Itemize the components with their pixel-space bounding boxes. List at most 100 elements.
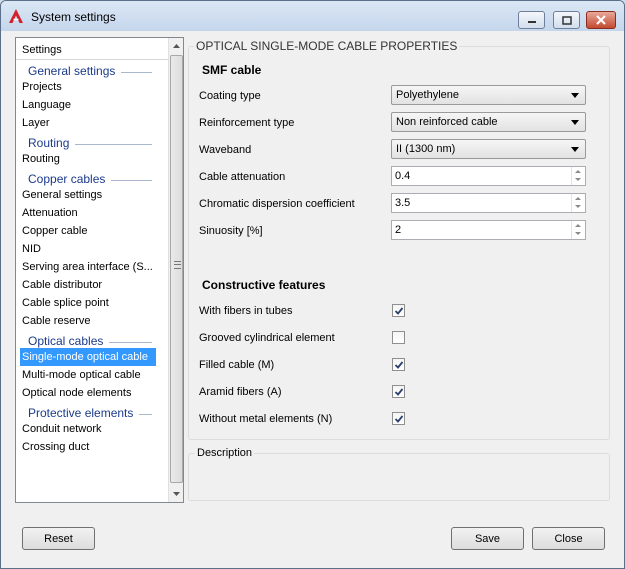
sidebar-group-heading: General settings	[16, 60, 168, 78]
sidebar-item[interactable]: Copper cable	[16, 222, 168, 240]
waveband-value: II (1300 nm)	[396, 143, 456, 155]
sinuosity-value: 2	[395, 224, 402, 236]
spin-down-icon	[575, 178, 581, 181]
group-divider	[111, 180, 152, 181]
scroll-up-button[interactable]	[169, 38, 184, 54]
dialog-client: Settings General settings Projects Languag…	[8, 32, 617, 562]
sidebar-group-label: Routing	[28, 136, 70, 150]
coating-type-select[interactable]: Polyethylene	[391, 85, 586, 105]
sinuosity-input[interactable]: 2	[391, 220, 586, 240]
sidebar-group-heading: Protective elements	[16, 402, 168, 420]
sidebar-group-label: Protective elements	[28, 406, 134, 420]
sidebar-item[interactable]: Routing	[16, 150, 168, 168]
dispersion-coefficient-value: 3.5	[395, 197, 411, 209]
feature-label: Filled cable (M)	[199, 359, 275, 371]
window-close-button[interactable]	[586, 11, 616, 29]
sidebar-item[interactable]: Crossing duct	[16, 438, 168, 456]
sidebar-group-heading: Routing	[16, 132, 168, 150]
feature-label: Without metal elements (N)	[199, 413, 333, 425]
group-divider	[121, 72, 152, 73]
checkmark-icon	[394, 415, 404, 423]
sidebar-item[interactable]: Layer	[16, 114, 168, 132]
sidebar-item[interactable]: Multi-mode optical cable	[16, 366, 168, 384]
waveband-select[interactable]: II (1300 nm)	[391, 139, 586, 159]
settings-tree-list: General settings Projects Language Layer Rou…	[16, 60, 168, 456]
coating-type-label: Coating type	[199, 90, 261, 102]
properties-group	[188, 46, 610, 440]
title-bar[interactable]: System settings	[1, 1, 624, 31]
properties-group-title: OPTICAL SINGLE-MODE CABLE PROPERTIES	[194, 39, 460, 53]
settings-tree: Settings General settings Projects Languag…	[15, 37, 184, 503]
sidebar-item[interactable]: Cable distributor	[16, 276, 168, 294]
chevron-up-icon	[173, 44, 180, 48]
grip-icon	[174, 261, 181, 269]
sidebar-item[interactable]: Cable reserve	[16, 312, 168, 330]
spin-down-icon	[575, 205, 581, 208]
sidebar-group-heading: Copper cables	[16, 168, 168, 186]
description-group	[188, 453, 610, 501]
cable-attenuation-label: Cable attenuation	[199, 171, 286, 183]
feature-label: Aramid fibers (A)	[199, 386, 282, 398]
spin-up-icon	[575, 197, 581, 200]
sidebar-item[interactable]: Cable splice point	[16, 294, 168, 312]
spin-up-icon	[575, 170, 581, 173]
settings-tree-scrollbar[interactable]	[168, 38, 183, 502]
spin-down-icon	[575, 232, 581, 235]
app-logo-icon	[9, 9, 23, 23]
minimize-button[interactable]	[518, 11, 545, 29]
checkmark-icon	[394, 361, 404, 369]
sidebar-item[interactable]: Serving area interface (S...	[16, 258, 168, 276]
feature-label: Grooved cylindrical element	[199, 332, 335, 344]
scroll-down-button[interactable]	[169, 486, 184, 502]
sidebar-group-label: General settings	[28, 64, 116, 78]
sidebar-item[interactable]: Attenuation	[16, 204, 168, 222]
sidebar-group-label: Optical cables	[28, 334, 104, 348]
spin-up-icon	[575, 224, 581, 227]
checkmark-icon	[394, 388, 404, 396]
feature-checkbox[interactable]	[392, 304, 405, 317]
dropdown-arrow-icon	[571, 147, 579, 152]
dropdown-arrow-icon	[571, 120, 579, 125]
maximize-icon	[561, 15, 572, 25]
reinforcement-type-label: Reinforcement type	[199, 117, 295, 129]
spin-buttons[interactable]	[571, 194, 585, 212]
minimize-icon	[527, 21, 536, 23]
dispersion-coefficient-input[interactable]: 3.5	[391, 193, 586, 213]
reinforcement-type-select[interactable]: Non reinforced cable	[391, 112, 586, 132]
group-divider	[109, 342, 152, 343]
description-label: Description	[195, 447, 255, 459]
spin-buttons[interactable]	[571, 221, 585, 239]
feature-checkbox[interactable]	[392, 412, 405, 425]
waveband-label: Waveband	[199, 144, 252, 156]
reset-button[interactable]: Reset	[22, 527, 95, 550]
group-divider	[75, 144, 152, 145]
sidebar-item[interactable]: Optical node elements	[16, 384, 168, 402]
feature-checkbox[interactable]	[392, 331, 405, 344]
feature-checkbox[interactable]	[392, 385, 405, 398]
sidebar-item[interactable]: Projects	[16, 78, 168, 96]
sidebar-group-heading: Optical cables	[16, 330, 168, 348]
feature-checkbox[interactable]	[392, 358, 405, 371]
scroll-thumb[interactable]	[170, 55, 183, 483]
close-icon	[596, 15, 606, 25]
group-divider	[139, 414, 152, 415]
dispersion-coefficient-label: Chromatic dispersion coefficient	[199, 198, 355, 210]
save-button[interactable]: Save	[451, 527, 524, 550]
chevron-down-icon	[173, 492, 180, 496]
cable-attenuation-input[interactable]: 0.4	[391, 166, 586, 186]
checkmark-icon	[394, 307, 404, 315]
sidebar-item[interactable]: Conduit network	[16, 420, 168, 438]
reinforcement-type-value: Non reinforced cable	[396, 116, 498, 128]
spin-buttons[interactable]	[571, 167, 585, 185]
settings-tree-header: Settings	[16, 38, 168, 60]
sidebar-item[interactable]: General settings	[16, 186, 168, 204]
close-button[interactable]: Close	[532, 527, 605, 550]
cable-attenuation-value: 0.4	[395, 170, 411, 182]
sidebar-item[interactable]: NID	[16, 240, 168, 258]
sidebar-item[interactable]: Single-mode optical cable	[20, 348, 156, 366]
maximize-button[interactable]	[553, 11, 580, 29]
settings-window: System settings Settings General setting…	[0, 0, 625, 569]
sidebar-item[interactable]: Language	[16, 96, 168, 114]
window-title: System settings	[31, 10, 116, 24]
smf-section-heading: SMF cable	[202, 63, 262, 77]
